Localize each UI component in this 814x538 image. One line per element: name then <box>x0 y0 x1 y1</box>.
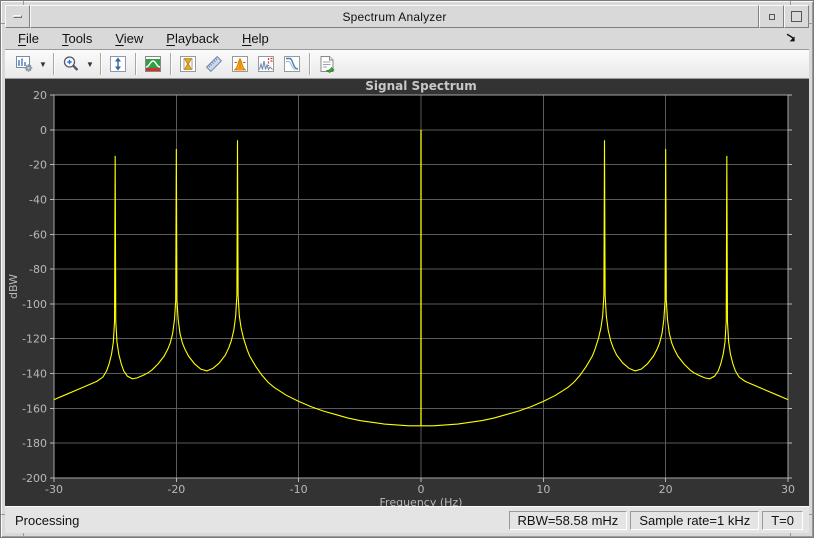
window-title: Spectrum Analyzer <box>30 5 759 28</box>
status-message: Processing <box>15 512 80 528</box>
frame-notch <box>1 23 5 24</box>
frame-notch <box>23 1 24 5</box>
configuration-button[interactable] <box>11 52 37 76</box>
generate-script-button[interactable] <box>314 52 340 76</box>
toolbar-separator <box>100 53 101 75</box>
rbw-panel: RBW=58.58 mHz <box>508 510 628 530</box>
svg-text:30: 30 <box>781 483 795 496</box>
ruler-icon <box>205 55 223 73</box>
window-menu-icon <box>13 15 22 18</box>
x-axis-label: Frequency (Hz) <box>380 496 463 506</box>
maximize-icon <box>791 11 802 22</box>
svg-text:0: 0 <box>418 483 425 496</box>
svg-text:-60: -60 <box>29 228 47 241</box>
toolbar-separator <box>53 53 54 75</box>
frame-notch <box>790 533 791 537</box>
menu-view[interactable]: View <box>110 29 148 48</box>
svg-text:-200: -200 <box>22 472 47 485</box>
menu-file[interactable]: File <box>13 29 44 48</box>
svg-text:-180: -180 <box>22 437 47 450</box>
plot-title: Signal Spectrum <box>365 79 476 93</box>
svg-text:-20: -20 <box>29 159 47 172</box>
configuration-dropdown-button[interactable]: ▼ <box>37 52 49 76</box>
zoom-dropdown-button[interactable]: ▼ <box>84 52 96 76</box>
statusbar: Processing RBW=58.58 mHz Sample rate=1 k… <box>5 506 809 533</box>
ccdf-measurements-button[interactable] <box>279 52 305 76</box>
time-panel: T=0 <box>762 510 803 530</box>
window-menu-button[interactable] <box>5 5 30 28</box>
frame-notch <box>790 1 791 5</box>
svg-text:-10: -10 <box>290 483 308 496</box>
svg-text:-100: -100 <box>22 298 47 311</box>
menubar: File Tools View Playback Help <box>5 28 809 50</box>
distortion-measurements-icon <box>258 56 274 72</box>
autoscale-y-icon <box>110 56 126 72</box>
menu-playback[interactable]: Playback <box>161 29 224 48</box>
menu-overflow-icon[interactable] <box>785 32 797 44</box>
sample-rate-panel: Sample rate=1 kHz <box>630 510 760 530</box>
svg-text:10: 10 <box>536 483 550 496</box>
frame-notch <box>809 514 813 515</box>
svg-text:-30: -30 <box>45 483 63 496</box>
frame-notch <box>1 514 5 515</box>
spectrum-settings-icon <box>145 56 161 72</box>
menu-tools[interactable]: Tools <box>57 29 97 48</box>
svg-text:-80: -80 <box>29 263 47 276</box>
generate-script-icon <box>320 56 335 73</box>
frame-notch <box>809 23 813 24</box>
minimize-icon <box>768 13 775 20</box>
cursor-measurements-icon <box>180 56 196 72</box>
svg-text:-120: -120 <box>22 333 47 346</box>
zoom-in-button[interactable] <box>58 52 84 76</box>
figure-area: 20 0 -20 -40 -60 -80 -100 -120 -140 -160 -180 -200-… <box>5 79 809 506</box>
menu-help[interactable]: Help <box>237 29 274 48</box>
cursor-measurements-button[interactable] <box>175 52 201 76</box>
distortion-measurements-button[interactable] <box>253 52 279 76</box>
toolbar: ▼ ▼ <box>5 50 809 79</box>
spectrum-analyzer-window: Spectrum Analyzer File Tools View Playba… <box>0 0 814 538</box>
ccdf-icon <box>284 56 300 72</box>
svg-text:-140: -140 <box>22 368 47 381</box>
toolbar-separator <box>309 53 310 75</box>
spectrum-plot[interactable]: 200-20-40-60-80-100-120-140-160-180-200-… <box>5 79 809 506</box>
toolbar-separator <box>170 53 171 75</box>
frame-notch <box>23 533 24 537</box>
svg-text:20: 20 <box>33 89 47 102</box>
svg-text:0: 0 <box>40 124 47 137</box>
configuration-icon <box>16 56 33 72</box>
peak-finder-icon <box>232 56 248 72</box>
zoom-in-icon <box>63 56 79 71</box>
svg-text:20: 20 <box>659 483 673 496</box>
minimize-button[interactable] <box>759 5 784 28</box>
maximize-button[interactable] <box>784 5 809 28</box>
ruler-measure-button[interactable] <box>201 52 227 76</box>
autoscale-y-button[interactable] <box>105 52 131 76</box>
titlebar[interactable]: Spectrum Analyzer <box>5 5 809 28</box>
svg-text:-20: -20 <box>167 483 185 496</box>
toolbar-separator <box>135 53 136 75</box>
y-axis-label: dBW <box>7 274 20 299</box>
svg-text:-160: -160 <box>22 402 47 415</box>
svg-text:-40: -40 <box>29 193 47 206</box>
spectrum-settings-button[interactable] <box>140 52 166 76</box>
peak-finder-button[interactable] <box>227 52 253 76</box>
